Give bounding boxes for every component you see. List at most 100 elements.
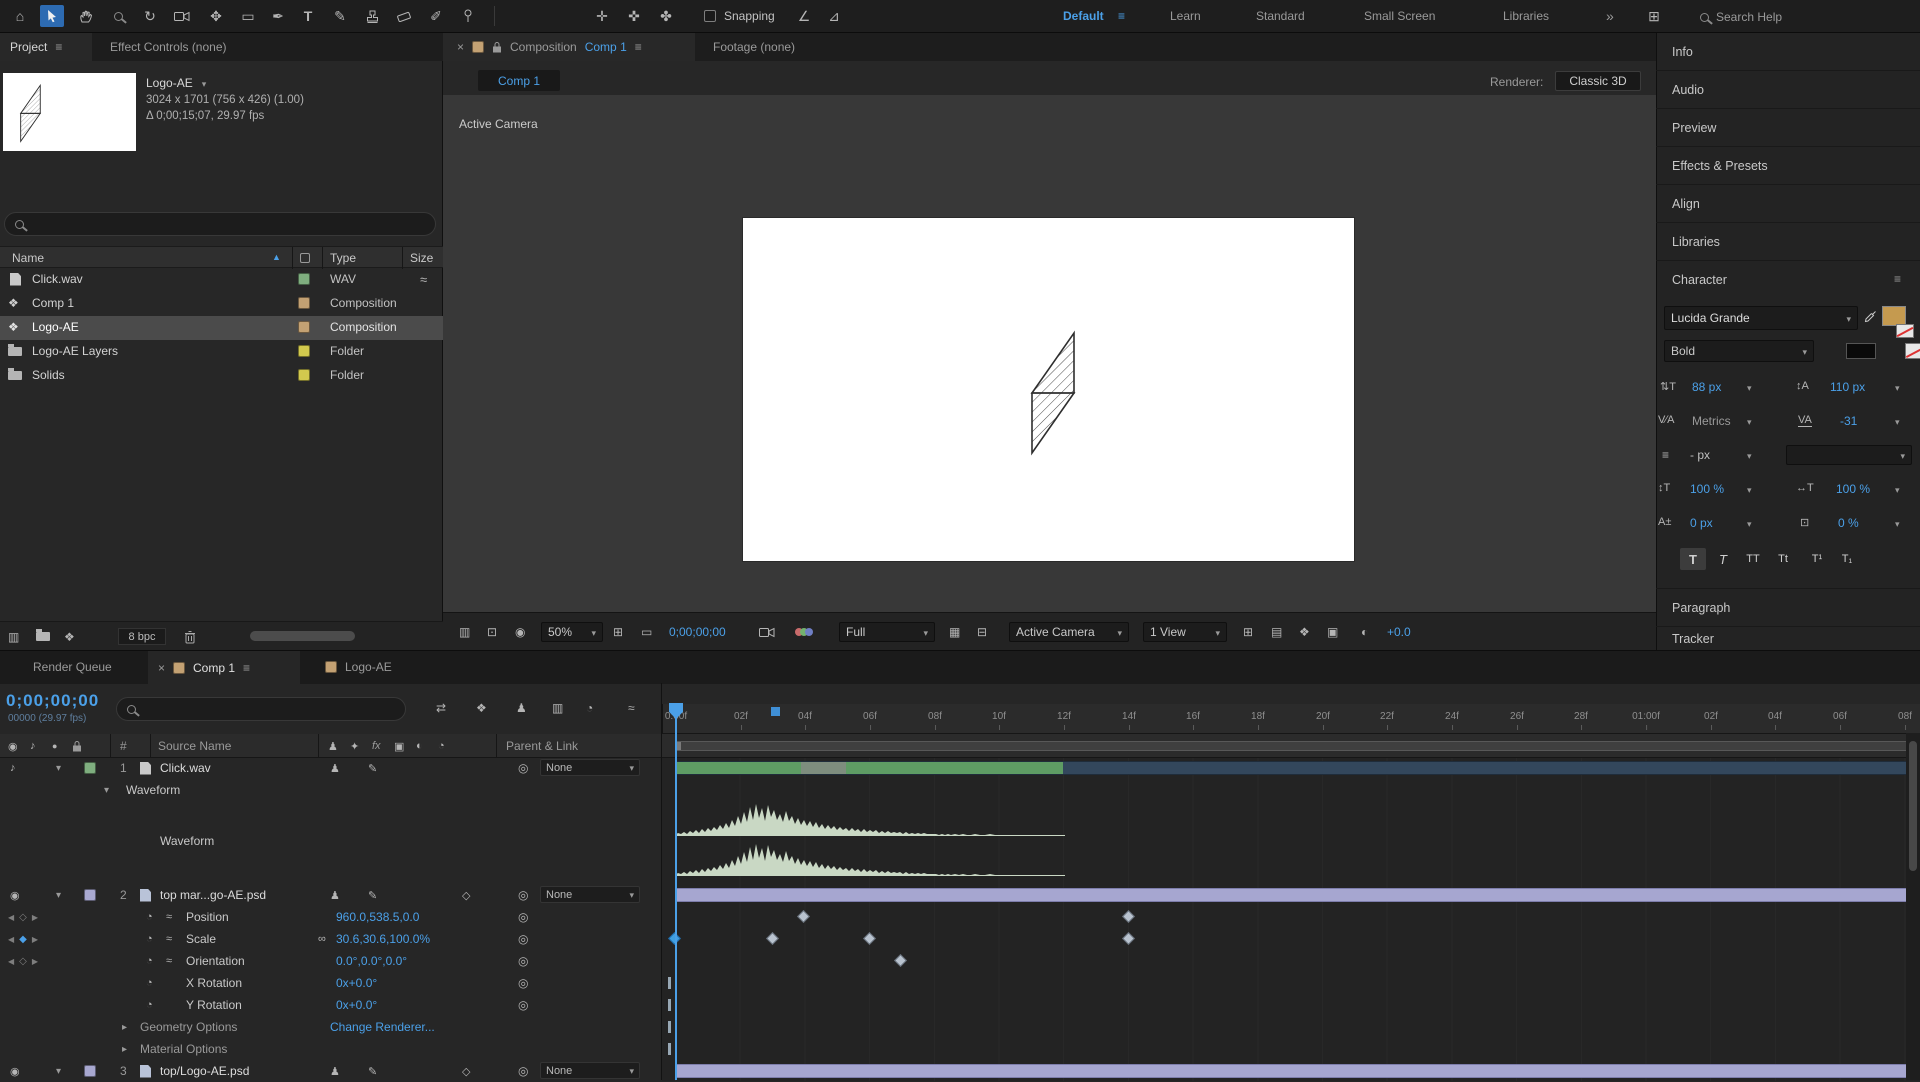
timeline-divider[interactable] bbox=[661, 683, 662, 1080]
tab-render-queue[interactable]: Render Queue bbox=[33, 660, 112, 674]
view-count-dropdown[interactable]: 1 View bbox=[1143, 622, 1227, 642]
timeline-timecode[interactable]: 0;00;00;00 bbox=[6, 691, 99, 711]
draft-3d-icon[interactable]: ❖ bbox=[476, 701, 487, 715]
layer-name[interactable]: top/Logo-AE.psd bbox=[160, 1060, 249, 1082]
pan-behind-tool-icon[interactable]: ✥ bbox=[204, 5, 228, 27]
column-parent-link[interactable]: Parent & Link bbox=[506, 734, 578, 758]
next-keyframe-icon[interactable]: ▶ bbox=[32, 913, 38, 922]
parent-link-dropdown[interactable]: None bbox=[540, 759, 640, 776]
rasterize-switch-icon[interactable]: ✎ bbox=[368, 757, 377, 779]
delete-item-icon[interactable] bbox=[184, 622, 196, 651]
view-axis-mode-icon[interactable]: ✤ bbox=[654, 5, 678, 27]
stroke-color-none-swatch[interactable] bbox=[1896, 324, 1914, 338]
hand-tool-icon[interactable] bbox=[74, 5, 98, 27]
workspace-tab-standard[interactable]: Standard bbox=[1256, 9, 1305, 23]
workspace-tab-default[interactable]: Default bbox=[1063, 9, 1104, 23]
property-value[interactable]: 0.0°,0.0°,0.0° bbox=[336, 950, 407, 972]
property-row-y-rotation[interactable]: ◔ Y Rotation 0x+0.0° ◎ bbox=[0, 994, 1920, 1016]
snapping-checkbox[interactable] bbox=[704, 10, 716, 22]
add-keyframe-icon[interactable]: ◇ bbox=[19, 912, 27, 923]
interpret-footage-icon[interactable]: ▥ bbox=[8, 622, 19, 651]
label-color-chip[interactable] bbox=[298, 345, 310, 357]
prev-keyframe-icon[interactable]: ◀ bbox=[8, 935, 14, 944]
project-row[interactable]: Click.wav WAV ≈ bbox=[0, 268, 443, 292]
panel-align[interactable]: Align bbox=[1656, 185, 1920, 223]
panel-preview[interactable]: Preview bbox=[1656, 109, 1920, 147]
horizontal-scale-caret-icon[interactable] bbox=[1892, 482, 1900, 496]
tracking-value[interactable]: -31 bbox=[1840, 414, 1857, 428]
workspace-overflow-chevron[interactable]: » bbox=[1606, 8, 1614, 24]
font-size-caret-icon[interactable] bbox=[1744, 380, 1752, 394]
font-size-value[interactable]: 88 px bbox=[1692, 380, 1721, 394]
workspace-panel-icon[interactable]: ⊞ bbox=[1642, 5, 1666, 27]
label-color-chip[interactable] bbox=[298, 297, 310, 309]
faux-bold-button[interactable]: T bbox=[1680, 548, 1706, 570]
waveform-expand-arrow-icon[interactable]: ▾ bbox=[104, 779, 109, 801]
shy-switch-icon[interactable]: ♟ bbox=[330, 757, 340, 779]
camera-tool-icon[interactable] bbox=[170, 5, 194, 27]
timeline-marker[interactable] bbox=[771, 707, 780, 716]
rectangle-tool-icon[interactable]: ▭ bbox=[236, 5, 260, 27]
workspace-tab-libraries[interactable]: Libraries bbox=[1503, 9, 1549, 23]
eyedropper-icon[interactable] bbox=[1864, 310, 1877, 326]
next-keyframe-icon[interactable]: ▶ bbox=[32, 935, 38, 944]
pick-whip-icon[interactable]: ◎ bbox=[518, 994, 528, 1016]
layer-name[interactable]: top mar...go-AE.psd bbox=[160, 884, 266, 906]
tracking-caret-icon[interactable] bbox=[1892, 414, 1900, 428]
pick-whip-icon[interactable]: ◎ bbox=[518, 972, 528, 994]
panel-menu-icon[interactable]: ≡ bbox=[243, 661, 250, 675]
project-row[interactable]: Logo-AE Layers Folder bbox=[0, 340, 443, 364]
leading-value[interactable]: 110 px bbox=[1830, 380, 1865, 394]
new-folder-icon[interactable] bbox=[36, 632, 50, 641]
new-composition-icon[interactable]: ❖ bbox=[64, 622, 75, 651]
prev-keyframe-icon[interactable]: ◀ bbox=[8, 957, 14, 966]
fill-color-swatch[interactable] bbox=[1882, 306, 1906, 326]
pick-whip-icon[interactable]: ◎ bbox=[518, 884, 528, 906]
leading-caret-icon[interactable] bbox=[1892, 380, 1900, 394]
vertical-scale-caret-icon[interactable] bbox=[1744, 482, 1752, 496]
audio-enabled-icon[interactable]: ♪ bbox=[10, 757, 16, 779]
all-caps-button[interactable]: TT bbox=[1740, 548, 1766, 570]
tab-timeline-comp[interactable]: × Comp 1 ≡ bbox=[148, 651, 300, 684]
stroke-width-swatch[interactable] bbox=[1846, 343, 1876, 359]
pick-whip-icon[interactable]: ◎ bbox=[518, 928, 528, 950]
project-row[interactable]: Solids Folder bbox=[0, 364, 443, 388]
sort-ascending-icon[interactable]: ▲ bbox=[272, 252, 281, 262]
layer-expand-arrow-icon[interactable]: ▾ bbox=[56, 1060, 61, 1082]
stopwatch-icon[interactable]: ◔ bbox=[146, 906, 153, 928]
no-stroke-swatch[interactable] bbox=[1905, 343, 1920, 359]
constrain-proportions-icon[interactable]: ∞ bbox=[318, 928, 326, 950]
fast-previews-icon[interactable]: ▤ bbox=[1271, 613, 1282, 651]
three-d-layer-icon[interactable]: ◇ bbox=[462, 1060, 470, 1082]
viewer-pasteboard[interactable]: Active Camera bbox=[443, 95, 1656, 612]
property-name[interactable]: Orientation bbox=[186, 950, 245, 972]
tab-project[interactable]: Project ≡ bbox=[0, 33, 92, 61]
column-source-name[interactable]: Source Name bbox=[158, 734, 231, 758]
timeline-vertical-scrollbar[interactable] bbox=[1906, 733, 1920, 1080]
layer-name[interactable]: Click.wav bbox=[160, 757, 211, 779]
time-ruler[interactable]: 0:00f 02f 04f 06f 08f 10f 12f 14f 16f 18… bbox=[662, 704, 1920, 734]
shy-switch-icon[interactable]: ♟ bbox=[330, 884, 340, 906]
composition-nav-icon[interactable]: ▥ bbox=[459, 613, 470, 651]
world-axis-mode-icon[interactable]: ✜ bbox=[622, 5, 646, 27]
expand-arrow-icon[interactable]: ▸ bbox=[122, 1016, 127, 1038]
stopwatch-icon[interactable]: ◔ bbox=[146, 950, 153, 972]
project-search-input[interactable] bbox=[4, 212, 436, 236]
column-type[interactable]: Type bbox=[330, 251, 356, 265]
kerning-value[interactable]: Metrics bbox=[1692, 414, 1731, 428]
tab-footage[interactable]: Footage (none) bbox=[713, 40, 795, 54]
panel-audio[interactable]: Audio bbox=[1656, 71, 1920, 109]
puppet-pin-tool-icon[interactable] bbox=[456, 5, 480, 27]
local-axis-mode-icon[interactable]: ✛ bbox=[590, 5, 614, 27]
stopwatch-icon[interactable]: ◔ bbox=[146, 994, 153, 1016]
layer-bar[interactable] bbox=[675, 888, 1914, 902]
panel-info[interactable]: Info bbox=[1656, 33, 1920, 71]
selection-tool-icon[interactable] bbox=[40, 5, 64, 27]
motion-blur-icon[interactable]: ◔ bbox=[586, 701, 593, 715]
property-value[interactable]: 960.0,538.5,0.0 bbox=[336, 906, 419, 928]
video-enabled-icon[interactable]: ◉ bbox=[10, 884, 20, 906]
label-color-chip[interactable] bbox=[298, 321, 310, 333]
add-keyframe-icon[interactable]: ◆ bbox=[19, 934, 27, 945]
panel-menu-icon[interactable]: ≡ bbox=[55, 40, 62, 54]
panel-effects-presets[interactable]: Effects & Presets bbox=[1656, 147, 1920, 185]
